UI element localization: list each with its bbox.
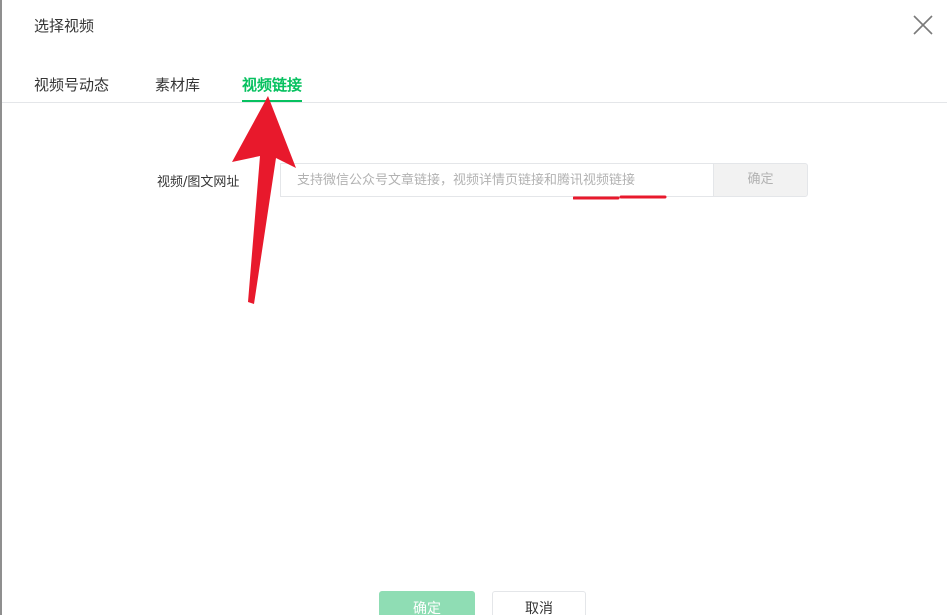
video-url-input[interactable] xyxy=(280,163,713,197)
tab-material-library[interactable]: 素材库 xyxy=(155,74,200,96)
tab-channels-posts[interactable]: 视频号动态 xyxy=(34,74,109,96)
footer-cancel-button[interactable]: 取消 xyxy=(492,591,586,615)
red-arrow-annotation xyxy=(232,96,296,304)
select-video-dialog: 选择视频 视频号动态 素材库 视频链接 视频/图文网址 确定 确定 取消 xyxy=(0,0,947,615)
tab-bar: 视频号动态 素材库 视频链接 xyxy=(2,72,947,103)
footer-confirm-button[interactable]: 确定 xyxy=(379,591,475,615)
red-underline-annotation xyxy=(573,195,667,200)
close-button[interactable] xyxy=(910,12,936,38)
url-confirm-button[interactable]: 确定 xyxy=(713,163,808,197)
close-icon xyxy=(913,15,933,35)
dialog-title: 选择视频 xyxy=(34,17,95,35)
